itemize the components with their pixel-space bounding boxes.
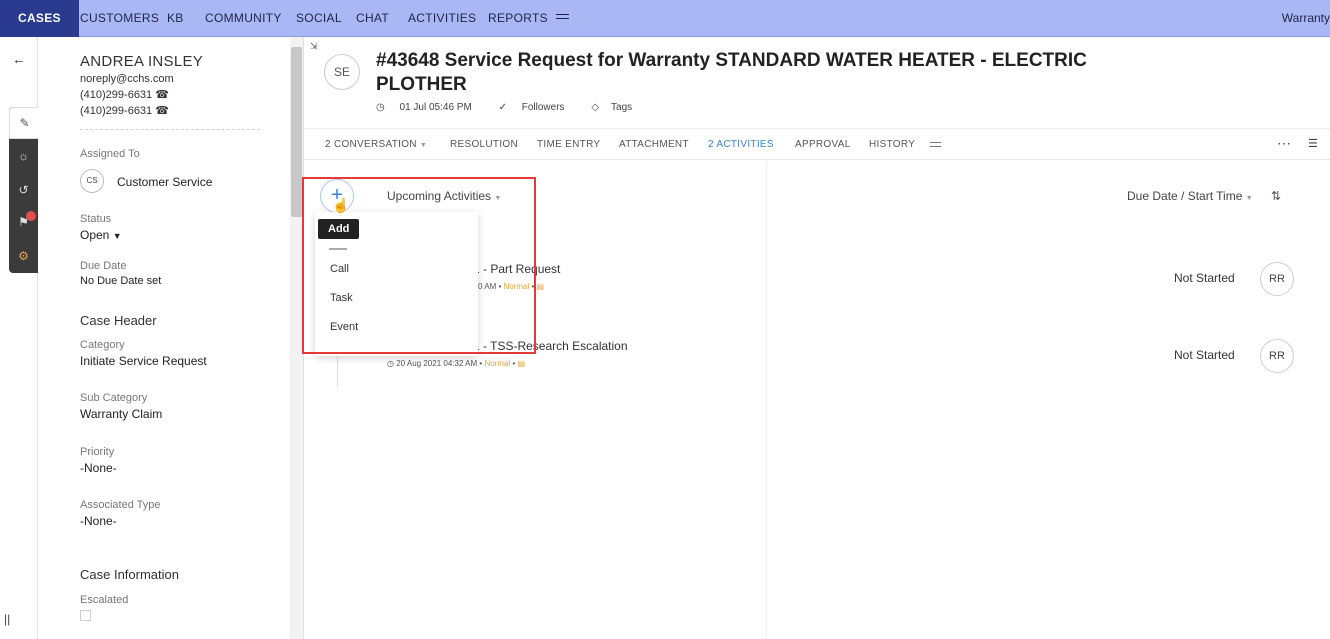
- associated-type-value[interactable]: -None-: [80, 514, 117, 528]
- activity-status[interactable]: Not Started: [1174, 348, 1235, 362]
- tab-resolution[interactable]: RESOLUTION: [450, 139, 518, 150]
- sort-label: Due Date / Start Time: [1127, 189, 1243, 203]
- check-circle-icon: ✓: [498, 102, 507, 113]
- settings-icon[interactable]: ☼: [9, 149, 38, 163]
- assignee-value[interactable]: Customer Service: [117, 175, 212, 189]
- due-date-value[interactable]: No Due Date set: [80, 275, 161, 287]
- chevron-down-icon: ▼: [1245, 195, 1253, 202]
- tab-activities-active[interactable]: 2 ACTIVITIES: [708, 139, 774, 150]
- tab-community[interactable]: COMMUNITY: [205, 0, 282, 37]
- tab-attachment[interactable]: ATTACHMENT: [619, 139, 689, 150]
- tags-label: Tags: [611, 102, 633, 113]
- ticket-meta: ◷ 01 Jul 05:46 PM ✓ Followers ◇ Tags: [376, 102, 656, 113]
- more-options-icon[interactable]: ⋯: [1277, 135, 1291, 152]
- assignee-avatar: CS: [80, 169, 104, 193]
- contact-phone-number: (410)299-6631: [80, 89, 153, 101]
- ticket-date: ◷ 01 Jul 05:46 PM: [376, 102, 484, 113]
- tags-link[interactable]: ◇ Tags: [591, 102, 644, 113]
- note-icon: ▤: [536, 282, 545, 291]
- ticket-details-panel: ANDREA INSLEY noreply@cchs.com (410)299-…: [38, 37, 290, 639]
- phone-icon[interactable]: ☎: [155, 105, 169, 117]
- ticket-title: #43648 Service Request for Warranty STAN…: [376, 50, 1087, 95]
- collapse-icon[interactable]: ||: [4, 612, 10, 626]
- status-label: Status: [80, 213, 112, 225]
- status-value: Open: [80, 228, 110, 242]
- ticket-date-text: 01 Jul 05:46 PM: [399, 102, 472, 113]
- subcategory-value[interactable]: Warranty Claim: [80, 407, 162, 421]
- tag-icon: ◇: [591, 102, 600, 113]
- contact-avatar: SE: [324, 54, 360, 90]
- sort-dropdown[interactable]: Due Date / Start Time ▼: [1127, 189, 1253, 203]
- case-information-section: Case Information: [80, 567, 179, 582]
- caret-down-icon: ▼: [112, 231, 122, 241]
- attachment-rail-button[interactable]: ✎: [9, 107, 38, 139]
- subcategory-label: Sub Category: [80, 392, 148, 404]
- followers-label: Followers: [521, 102, 565, 113]
- activity-time: 20 Aug 2021 04:32 AM: [396, 359, 478, 368]
- tab-social[interactable]: SOCIAL: [296, 0, 342, 37]
- left-rail: ← ✎ ☼ ↺ ⚑ ⚙ ||: [0, 37, 38, 639]
- activity-meta: ◷ 20 Aug 2021 04:32 AM • Normal • ▤: [387, 359, 526, 368]
- tab-conversation-label: 2 CONVERSATION: [325, 139, 417, 150]
- more-tabs-icon[interactable]: [556, 14, 569, 22]
- tab-reports[interactable]: REPORTS: [488, 0, 548, 37]
- more-tabs-icon[interactable]: [930, 142, 941, 150]
- top-nav: CASES CUSTOMERS KB COMMUNITY SOCIAL CHAT…: [0, 0, 1330, 37]
- scrollbar-thumb[interactable]: [291, 47, 302, 217]
- due-date-label: Due Date: [80, 260, 127, 272]
- clock-icon: ◷: [376, 102, 385, 113]
- tab-activities[interactable]: ACTIVITIES: [408, 0, 476, 37]
- paperclip-icon: ✎: [19, 116, 30, 130]
- annotation-highlight: [302, 177, 536, 354]
- ticket-tabs: 2 CONVERSATION ▼ RESOLUTION TIME ENTRY A…: [304, 128, 1330, 160]
- tab-cases[interactable]: CASES: [0, 0, 79, 37]
- activity-priority: Normal: [484, 359, 511, 368]
- associated-type-label: Associated Type: [80, 499, 161, 511]
- chevron-down-icon: ▼: [419, 142, 428, 149]
- case-header-section: Case Header: [80, 313, 157, 328]
- divider: [766, 161, 767, 639]
- workflow-icon[interactable]: ⚙: [9, 249, 38, 263]
- assigned-label: Assigned To: [80, 148, 140, 160]
- priority-value[interactable]: -None-: [80, 461, 117, 475]
- priority-label: Priority: [80, 446, 115, 458]
- activity-status[interactable]: Not Started: [1174, 271, 1235, 285]
- clock-icon: ◷: [387, 359, 394, 368]
- tab-conversation[interactable]: 2 CONVERSATION ▼: [325, 139, 427, 150]
- notification-badge: [26, 211, 36, 221]
- tab-approval[interactable]: APPROVAL: [795, 139, 851, 150]
- sort-order-icon[interactable]: ⇅: [1271, 189, 1281, 203]
- tab-time-entry[interactable]: TIME ENTRY: [537, 139, 600, 150]
- contact-mobile: (410)299-6631 ☎: [80, 104, 169, 117]
- back-arrow-icon[interactable]: ←: [12, 51, 26, 67]
- owner-avatar: RR: [1260, 262, 1294, 296]
- collapse-arrows-icon[interactable]: ⇲: [310, 41, 318, 52]
- tab-kb[interactable]: KB: [167, 0, 184, 37]
- portal-name[interactable]: Warranty: [1282, 0, 1330, 37]
- category-value[interactable]: Initiate Service Request: [80, 354, 207, 368]
- contact-mobile-number: (410)299-6631: [80, 105, 153, 117]
- escalated-checkbox[interactable]: [80, 610, 91, 621]
- category-label: Category: [80, 339, 125, 351]
- contact-name[interactable]: ANDREA INSLEY: [80, 53, 203, 70]
- rail-tools: ✎ ☼ ↺ ⚑ ⚙: [9, 107, 38, 273]
- history-icon[interactable]: ↺: [9, 183, 38, 197]
- contact-email: noreply@cchs.com: [80, 73, 174, 85]
- followers-link[interactable]: ✓ Followers: [499, 102, 577, 113]
- tab-chat[interactable]: CHAT: [356, 0, 389, 37]
- status-dropdown[interactable]: Open ▼: [80, 228, 122, 242]
- contact-phone: (410)299-6631 ☎: [80, 88, 169, 101]
- tab-history[interactable]: HISTORY: [869, 139, 915, 150]
- tab-customers[interactable]: CUSTOMERS: [80, 0, 159, 37]
- owner-avatar: RR: [1260, 339, 1294, 373]
- escalated-label: Escalated: [80, 594, 129, 606]
- layers-icon[interactable]: ☰: [1308, 137, 1318, 150]
- note-icon: ▤: [517, 359, 526, 368]
- activity-timeline: [337, 357, 338, 387]
- phone-icon[interactable]: ☎: [155, 89, 169, 101]
- divider: [80, 129, 260, 130]
